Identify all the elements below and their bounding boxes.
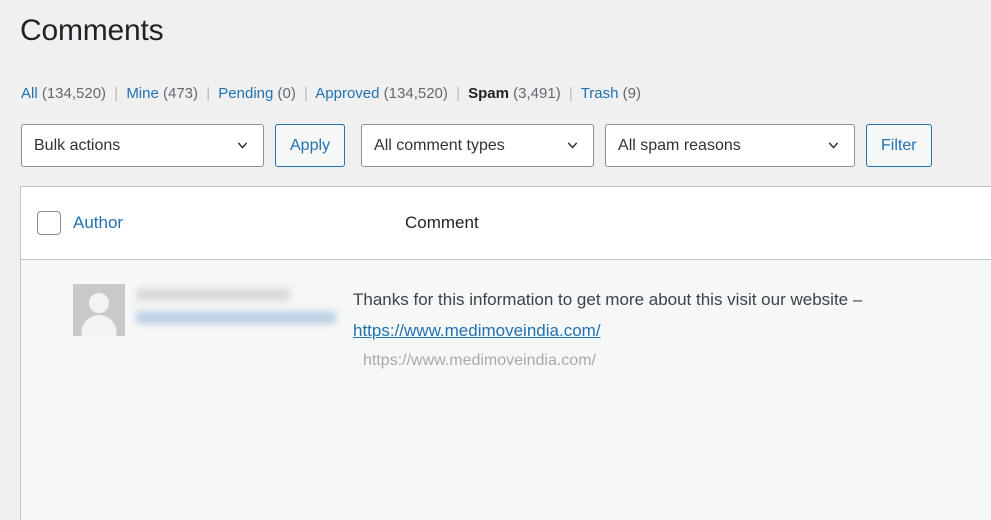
comment-external-link[interactable]: https://www.medimoveindia.com/ xyxy=(353,321,601,340)
table-header-row: Author Comment xyxy=(21,187,991,260)
comment-source-url: https://www.medimoveindia.com/ xyxy=(363,352,596,369)
status-filter-pending[interactable]: Pending (0) xyxy=(218,85,300,102)
status-filter-mine-label[interactable]: Mine xyxy=(126,85,159,102)
filter-separator: | xyxy=(304,85,308,102)
comment-types-select[interactable]: All comment types xyxy=(361,124,595,167)
spam-reasons-select-wrapper: All spam reasons xyxy=(605,124,856,167)
status-filter-all[interactable]: All (134,520) xyxy=(21,85,110,102)
status-filter-trash-count: (9) xyxy=(622,85,641,102)
filter-separator: | xyxy=(114,85,119,102)
status-filter-pending-count: (0) xyxy=(277,85,296,102)
page-title: Comments xyxy=(20,14,164,47)
table-row: Thanks for this information to get more … xyxy=(21,260,991,374)
table-toolbar: Bulk actions Apply All comment types All… xyxy=(21,124,932,167)
status-filter-all-label[interactable]: All xyxy=(21,85,38,102)
column-header-comment-label: Comment xyxy=(405,213,479,232)
column-header-author-link[interactable]: Author xyxy=(73,213,123,232)
comment-types-select-wrapper: All comment types xyxy=(361,124,595,167)
status-filter-trash[interactable]: Trash (9) xyxy=(581,85,641,102)
status-filter-spam[interactable]: Spam (3,491) xyxy=(468,85,565,102)
comments-list-table: Author Comment Thanks for this informati… xyxy=(20,186,991,520)
status-filter-spam-label[interactable]: Spam xyxy=(468,85,509,102)
filter-button[interactable]: Filter xyxy=(866,124,932,167)
filter-separator: | xyxy=(206,85,211,102)
filter-separator: | xyxy=(456,85,460,102)
comment-content-cell: Thanks for this information to get more … xyxy=(353,284,991,374)
status-filter-approved-count: (134,520) xyxy=(383,85,448,102)
select-all-checkbox[interactable] xyxy=(37,211,61,235)
apply-button[interactable]: Apply xyxy=(275,124,346,167)
mystery-person-avatar xyxy=(73,284,125,336)
comment-author-meta xyxy=(125,284,353,324)
select-all-cell xyxy=(21,211,73,235)
comment-text-body: Thanks for this information to get more … xyxy=(353,290,863,309)
avatar-head-shape xyxy=(89,293,109,313)
bulk-actions-select-wrapper: Bulk actions xyxy=(21,124,264,167)
author-name-redacted xyxy=(136,288,290,301)
filter-separator: | xyxy=(568,85,573,102)
status-filter-approved-label[interactable]: Approved xyxy=(315,85,379,102)
column-header-comment: Comment xyxy=(405,213,991,233)
status-filter-mine[interactable]: Mine (473) xyxy=(126,85,202,102)
comment-text: Thanks for this information to get more … xyxy=(353,284,893,346)
bulk-actions-select[interactable]: Bulk actions xyxy=(21,124,264,167)
status-filter-pending-label[interactable]: Pending xyxy=(218,85,273,102)
column-header-author: Author xyxy=(73,213,405,233)
status-filter-trash-label[interactable]: Trash xyxy=(581,85,619,102)
status-filter-all-count: (134,520) xyxy=(41,85,107,102)
comment-author-cell xyxy=(21,284,353,336)
status-filter-links: All (134,520) | Mine (473) | Pending (0)… xyxy=(21,82,641,106)
avatar-body-shape xyxy=(81,315,117,336)
status-filter-spam-count: (3,491) xyxy=(513,85,561,102)
status-filter-mine-count: (473) xyxy=(163,85,199,102)
spam-reasons-select[interactable]: All spam reasons xyxy=(605,124,856,167)
author-email-redacted xyxy=(136,311,336,324)
status-filter-approved[interactable]: Approved (134,520) xyxy=(315,85,452,102)
